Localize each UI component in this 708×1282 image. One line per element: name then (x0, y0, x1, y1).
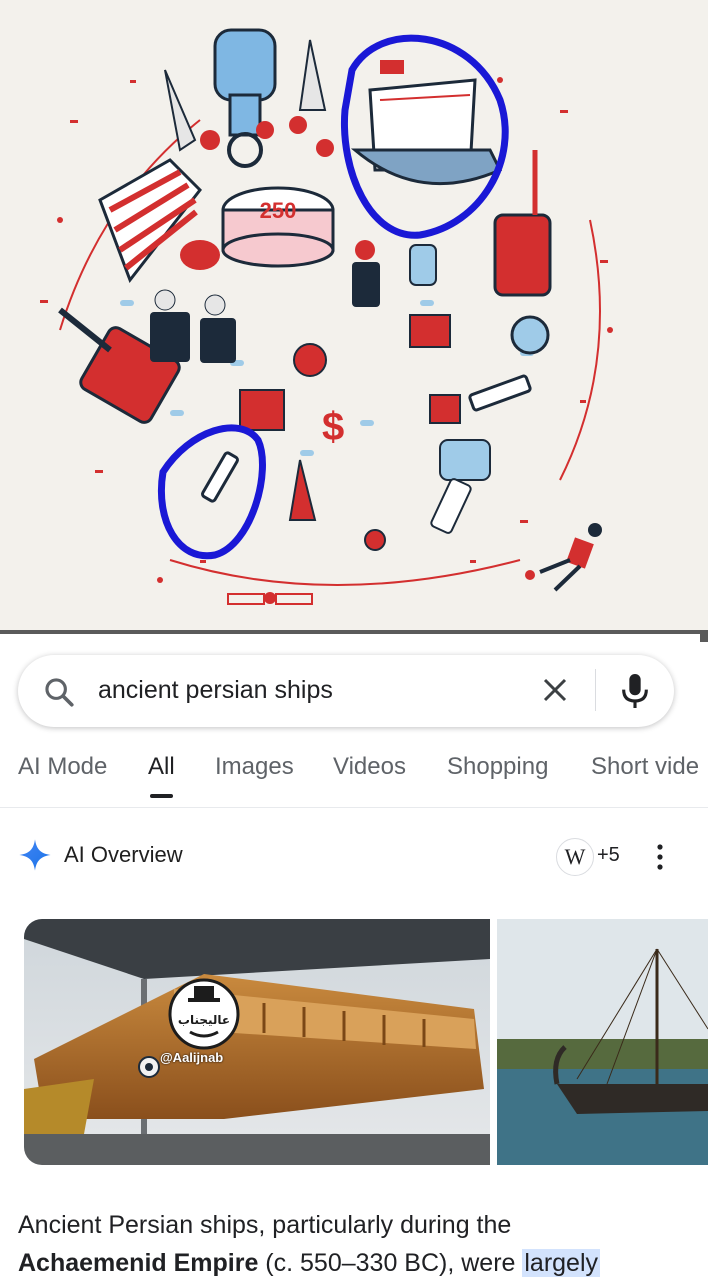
answer-line1: Ancient Persian ships, particularly duri… (18, 1211, 512, 1239)
editorial-illustration: 250 $ (0, 0, 708, 630)
close-icon[interactable] (540, 675, 570, 705)
sparkle-icon (19, 839, 51, 871)
answer-rest: (c. 550–330 BC), were (258, 1249, 523, 1277)
watermark-logo: عالیجناب (166, 976, 242, 1052)
cake-text: 250 (260, 198, 297, 223)
ai-overview-header: AI Overview W +5 (0, 830, 708, 890)
watermark-logo-text: عالیجناب (178, 1013, 230, 1027)
tab-images[interactable]: Images (215, 753, 294, 781)
reed-ship-photo-svg (497, 919, 708, 1165)
birthday-cake: 250 (221, 186, 335, 268)
mic-icon[interactable] (618, 671, 652, 711)
answer-bold-term[interactable]: Achaemenid Empire (18, 1249, 258, 1277)
search-divider (595, 669, 596, 711)
search-bar[interactable]: ancient persian ships (18, 655, 674, 727)
search-icon (45, 678, 74, 707)
watermark-handle: @Aalijnab (160, 1050, 224, 1065)
ai-overview-title: AI Overview (64, 842, 183, 867)
more-options-icon[interactable] (651, 842, 669, 872)
tab-all[interactable]: All (148, 753, 175, 798)
tab-ai-mode[interactable]: AI Mode (18, 753, 107, 781)
image-separator (0, 630, 708, 642)
answer-highlight: largely (522, 1249, 601, 1277)
tab-shopping[interactable]: Shopping (447, 753, 548, 781)
trireme-photo-svg (24, 919, 490, 1165)
footballer (525, 523, 602, 592)
wikipedia-source-icon[interactable]: W (556, 838, 594, 876)
search-tabs: AI Mode All Images Videos Shopping Short… (0, 745, 708, 808)
trireme-photo[interactable] (24, 919, 490, 1165)
search-input[interactable]: ancient persian ships (98, 676, 333, 705)
svg-text:$: $ (322, 405, 344, 449)
reed-ship-photo[interactable] (497, 919, 708, 1165)
illustration-svg: 250 $ (20, 28, 613, 610)
tab-short-videos[interactable]: Short vide (591, 753, 699, 781)
watermark-logo-svg: عالیجناب (168, 978, 240, 1050)
ai-overview-answer: Ancient Persian ships, particularly duri… (18, 1206, 698, 1282)
tab-videos[interactable]: Videos (333, 753, 406, 781)
source-count[interactable]: +5 (597, 844, 620, 867)
